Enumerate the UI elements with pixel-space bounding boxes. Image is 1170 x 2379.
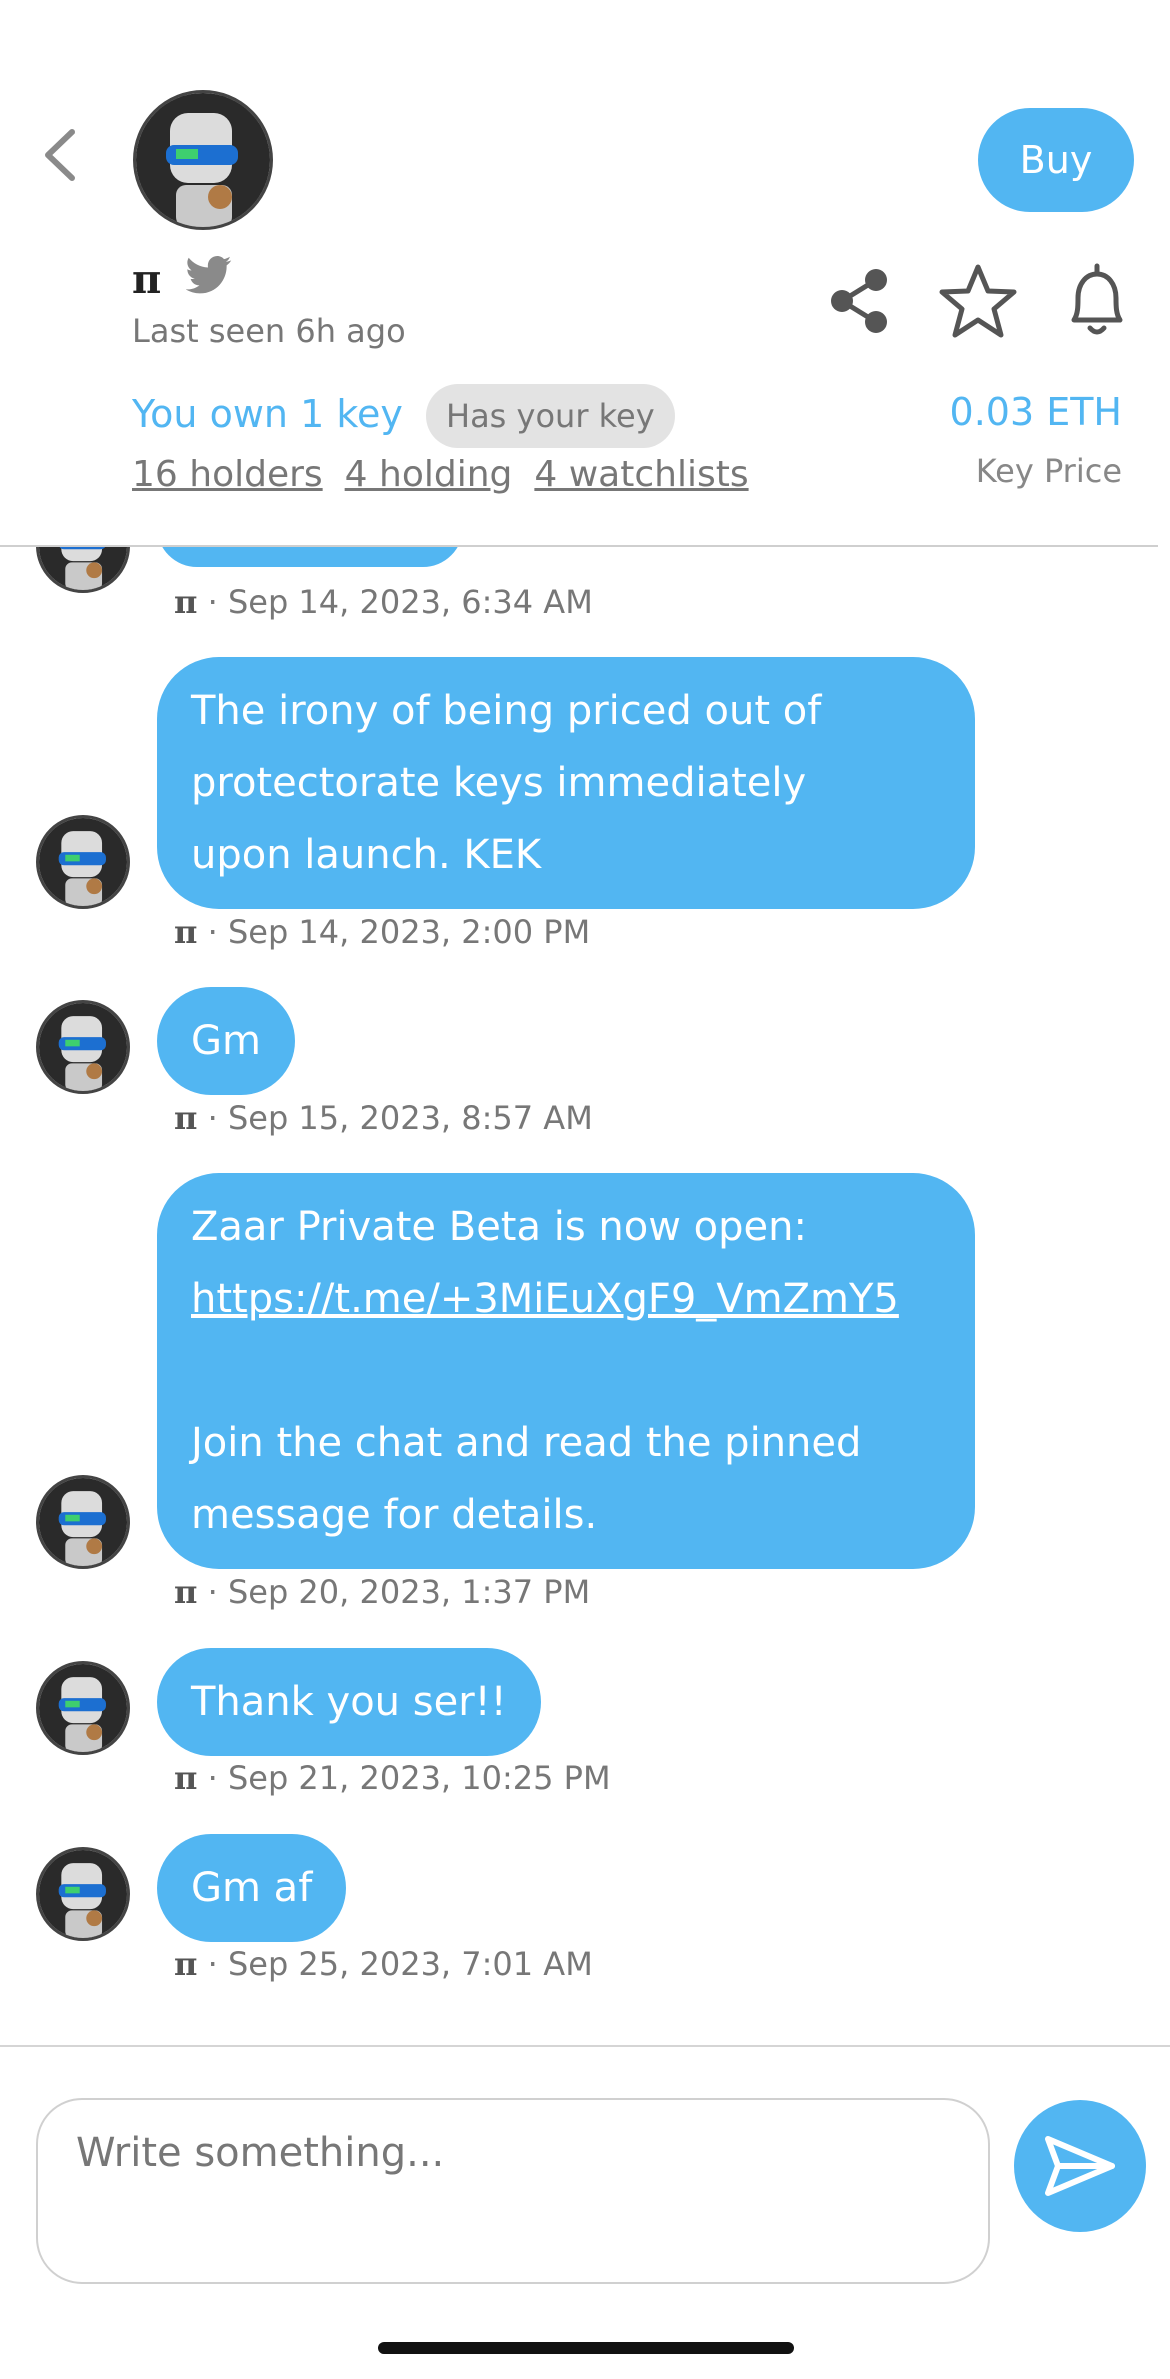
- message-input[interactable]: [38, 2100, 988, 2282]
- message-avatar: [36, 1000, 130, 1094]
- watchlist-button[interactable]: [938, 262, 1018, 340]
- key-price: 0.03 ETH: [949, 390, 1122, 434]
- has-key-badge: Has your key: [426, 384, 675, 448]
- message-line: The irony of being priced out of: [191, 688, 822, 734]
- message-text: Gm: [191, 1018, 261, 1064]
- key-price-label: Key Price: [975, 452, 1122, 490]
- share-button[interactable]: [828, 268, 890, 334]
- message-meta: π · Sep 25, 2023, 7:01 AM: [174, 1945, 593, 1983]
- watchlists-link[interactable]: 4 watchlists: [534, 454, 748, 495]
- message-bubble[interactable]: Gm: [157, 987, 295, 1095]
- message-line: protectorate keys immediately: [191, 760, 807, 806]
- notifications-button[interactable]: [1062, 262, 1132, 340]
- message-time: Sep 20, 2023, 1:37 PM: [227, 1573, 591, 1611]
- message-meta: π · Sep 21, 2023, 10:25 PM: [174, 1759, 611, 1797]
- message-text: Thank you ser!!: [191, 1679, 507, 1725]
- message-meta: π · Sep 20, 2023, 1:37 PM: [174, 1573, 591, 1611]
- message-avatar: [36, 815, 130, 909]
- message-time: Sep 25, 2023, 7:01 AM: [227, 1945, 593, 1983]
- send-button[interactable]: [1014, 2100, 1146, 2232]
- message-avatar: [36, 547, 130, 593]
- share-icon: [831, 269, 887, 333]
- message-input-container: [36, 2098, 990, 2284]
- message-line: Zaar Private Beta is now open:: [191, 1204, 807, 1250]
- user-name: π: [132, 256, 162, 303]
- message-author: π: [174, 1945, 198, 1983]
- message-time: Sep 15, 2023, 8:57 AM: [227, 1099, 593, 1137]
- message-meta: π · Sep 14, 2023, 6:34 AM: [174, 583, 593, 621]
- bell-icon: [1071, 263, 1123, 335]
- composer-divider: [0, 2045, 1170, 2047]
- message-time: Sep 21, 2023, 10:25 PM: [227, 1759, 611, 1797]
- chevron-left-icon: [45, 129, 75, 181]
- message-avatar: [36, 1661, 130, 1755]
- message-author: π: [174, 913, 198, 951]
- message-bubble[interactable]: Gm af: [157, 1834, 347, 1942]
- message-text: Gm af: [191, 1865, 313, 1911]
- message-line: Join the chat and read the pinned: [191, 1420, 862, 1466]
- message-bubble[interactable]: [157, 547, 463, 567]
- holders-link[interactable]: 16 holders: [132, 454, 323, 495]
- star-icon: [939, 264, 1017, 338]
- message-bubble[interactable]: Zaar Private Beta is now open: https://t…: [157, 1173, 975, 1569]
- avatar-image: [136, 93, 270, 227]
- message-bubble[interactable]: The irony of being priced out of protect…: [157, 657, 975, 909]
- message-avatar: [36, 1475, 130, 1569]
- message-link[interactable]: https://t.me/+3MiEuXgF9_VmZmY5: [191, 1276, 899, 1322]
- last-seen-text: Last seen 6h ago: [132, 312, 406, 350]
- holding-link[interactable]: 4 holding: [345, 454, 513, 495]
- message-line: message for details.: [191, 1492, 598, 1538]
- message-line: upon launch. KEK: [191, 832, 542, 878]
- buy-button[interactable]: Buy: [978, 108, 1134, 212]
- message-list[interactable]: π · Sep 14, 2023, 6:34 AM The irony of b…: [0, 547, 1170, 2047]
- message-meta: π · Sep 14, 2023, 2:00 PM: [174, 913, 591, 951]
- twitter-icon[interactable]: [185, 255, 232, 295]
- home-indicator: [378, 2342, 794, 2354]
- message-time: Sep 14, 2023, 6:34 AM: [227, 583, 593, 621]
- message-meta: π · Sep 15, 2023, 8:57 AM: [174, 1099, 593, 1137]
- message-bubble[interactable]: Thank you ser!!: [157, 1648, 541, 1756]
- message-author: π: [174, 1573, 198, 1611]
- profile-avatar[interactable]: [133, 90, 273, 230]
- message-time: Sep 14, 2023, 2:00 PM: [227, 913, 591, 951]
- send-icon: [1045, 2136, 1115, 2196]
- back-button[interactable]: [30, 120, 90, 190]
- message-author: π: [174, 1099, 198, 1137]
- message-author: π: [174, 1759, 198, 1797]
- message-author: π: [174, 583, 198, 621]
- stats-row: 16 holders 4 holding 4 watchlists: [132, 454, 771, 495]
- ownership-text: You own 1 key: [132, 392, 403, 436]
- message-avatar: [36, 1847, 130, 1941]
